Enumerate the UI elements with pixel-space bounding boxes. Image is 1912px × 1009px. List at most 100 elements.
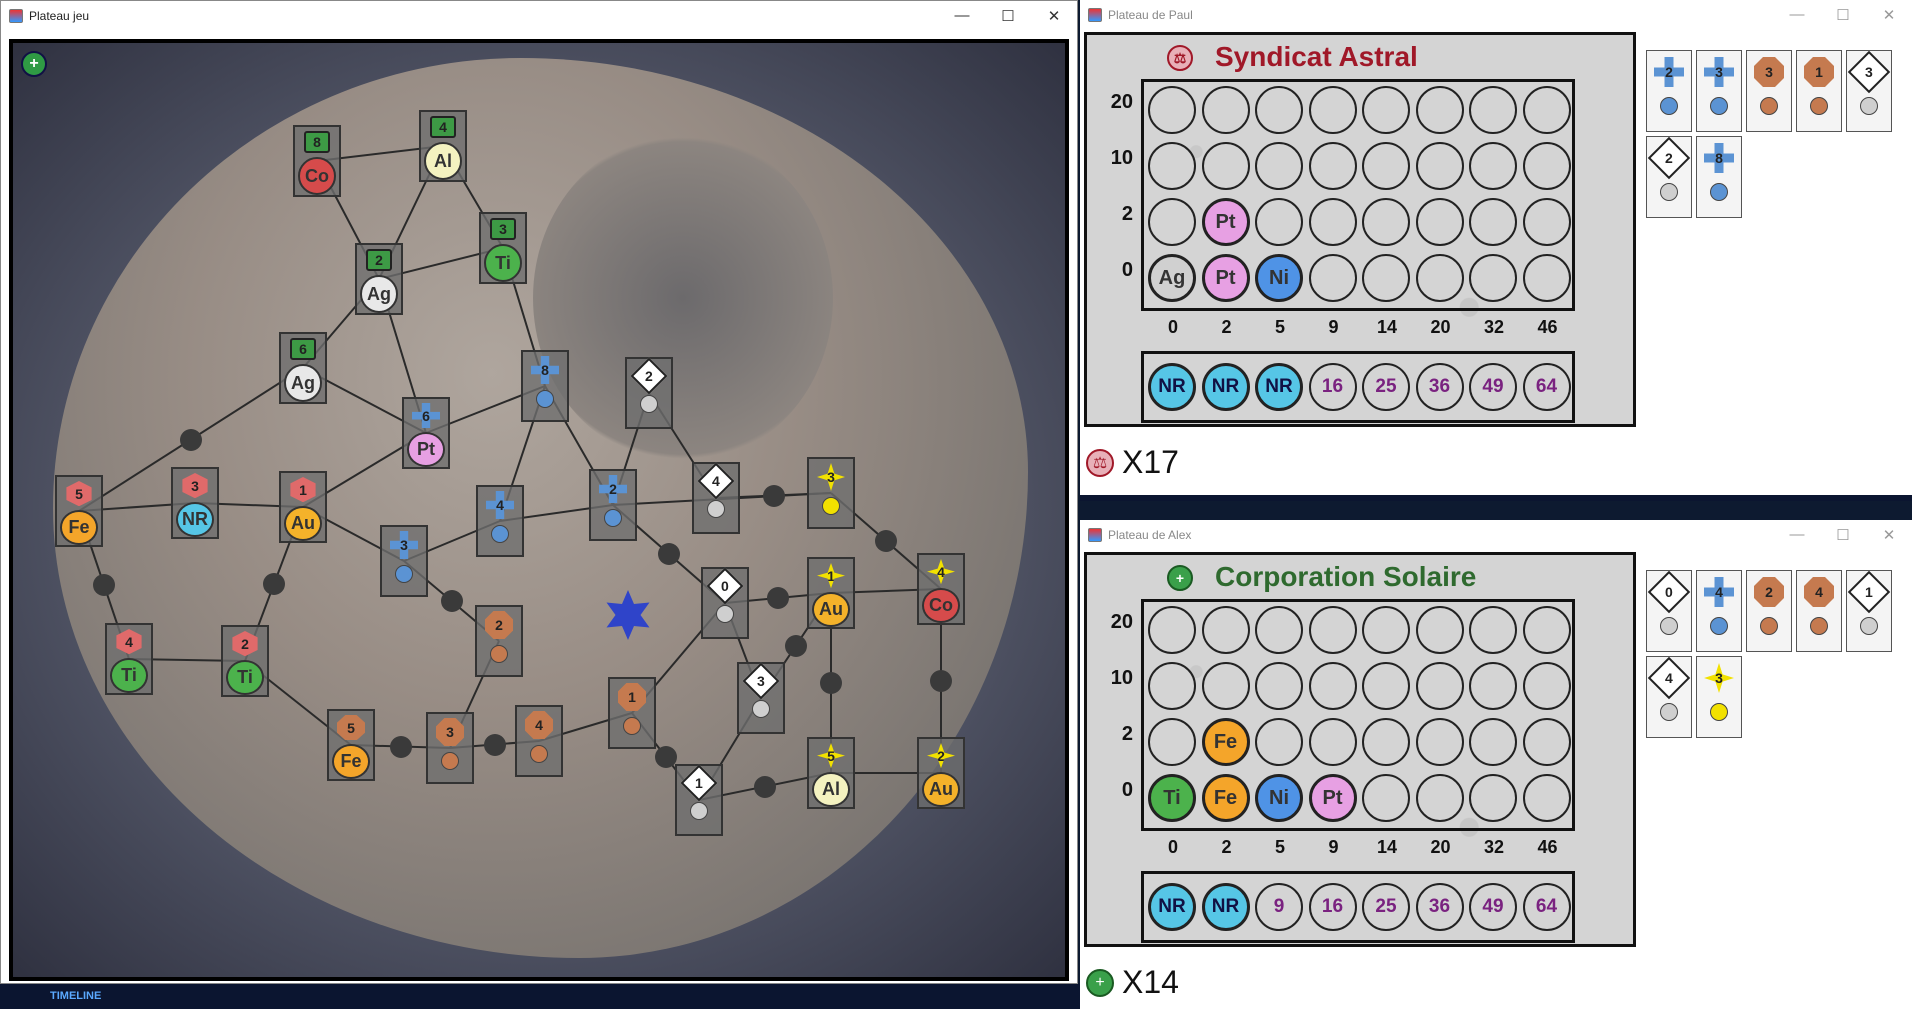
resource-cell[interactable]: Pt [1308,774,1357,822]
empty-cell[interactable] [1469,86,1517,134]
board-node[interactable]: 3 [380,525,428,597]
board-node[interactable]: 4 Al [419,110,467,182]
empty-cell[interactable] [1362,254,1410,302]
junction-point[interactable] [93,574,115,596]
empty-cell[interactable] [1522,254,1571,302]
empty-cell[interactable] [1362,198,1410,246]
board-node[interactable]: 6 Ag [279,332,327,404]
maximize-button[interactable]: ☐ [1820,6,1866,24]
board-node[interactable]: 3 [807,457,855,529]
empty-cell[interactable] [1415,254,1464,302]
junction-point[interactable] [754,775,776,798]
board-node[interactable]: 1 Au [279,471,327,543]
empty-cell[interactable] [1308,254,1357,302]
junction-point[interactable] [440,590,463,612]
track-cell[interactable]: NR [1201,883,1250,931]
empty-cell[interactable] [1522,86,1571,134]
junction-point[interactable] [762,484,785,507]
action-card[interactable]: 0 [1646,570,1692,652]
junction-point[interactable] [875,530,897,552]
action-card[interactable]: 3 [1746,50,1792,132]
empty-cell[interactable] [1522,774,1571,822]
action-card[interactable]: 3 [1846,50,1892,132]
board-node[interactable]: 8 Co [293,125,341,197]
main-window-titlebar[interactable]: Plateau jeu — ☐ ✕ [1,1,1077,31]
empty-cell[interactable] [1362,86,1410,134]
action-card[interactable]: 4 [1696,570,1742,652]
minimize-button[interactable]: — [1774,6,1820,24]
timeline-label[interactable]: TIMELINE [50,990,101,1002]
empty-cell[interactable] [1362,662,1410,710]
empty-cell[interactable] [1522,718,1571,766]
board-node[interactable]: 3 [426,712,474,784]
empty-cell[interactable] [1522,142,1571,190]
close-button[interactable]: ✕ [1031,7,1077,25]
action-card[interactable]: 3 [1696,656,1742,738]
track-cell[interactable]: NR [1148,883,1196,931]
close-button[interactable]: ✕ [1866,6,1912,24]
empty-cell[interactable] [1469,198,1517,246]
empty-cell[interactable] [1201,606,1250,654]
board-node[interactable]: 1 Au [807,557,855,629]
action-card[interactable]: 1 [1796,50,1842,132]
empty-cell[interactable] [1362,774,1410,822]
empty-cell[interactable] [1362,606,1410,654]
track-cell[interactable]: 16 [1308,883,1357,931]
empty-cell[interactable] [1308,198,1357,246]
resource-cell[interactable]: Ni [1255,254,1303,302]
board-node[interactable]: 5 Fe [55,475,103,547]
empty-cell[interactable] [1469,774,1517,822]
track-cell[interactable]: 64 [1522,363,1571,411]
empty-cell[interactable] [1469,142,1517,190]
track-cell[interactable]: 16 [1308,363,1357,411]
board-node[interactable]: 4 [692,462,740,534]
junction-point[interactable] [785,634,807,657]
action-card[interactable]: 8 [1696,136,1742,218]
track-cell[interactable]: 36 [1415,363,1464,411]
board-node[interactable]: 2 Ti [221,625,269,697]
empty-cell[interactable] [1415,86,1464,134]
empty-cell[interactable] [1522,606,1571,654]
board-node[interactable]: 0 [701,567,749,639]
track-cell[interactable]: NR [1148,363,1196,411]
track-cell[interactable]: NR [1201,363,1250,411]
empty-cell[interactable] [1469,254,1517,302]
board-node[interactable]: 4 Ti [105,623,153,695]
junction-point[interactable] [930,670,952,692]
empty-cell[interactable] [1308,606,1357,654]
resource-cell[interactable]: Pt [1201,254,1250,302]
junction-point[interactable] [767,587,789,609]
empty-cell[interactable] [1201,142,1250,190]
minimize-button[interactable]: — [939,7,985,25]
board-node[interactable]: 3 [737,662,785,734]
board-node[interactable]: 5 Al [807,737,855,809]
close-button[interactable]: ✕ [1866,526,1912,544]
empty-cell[interactable] [1255,662,1303,710]
empty-cell[interactable] [1522,198,1571,246]
empty-cell[interactable] [1255,86,1303,134]
empty-cell[interactable] [1255,142,1303,190]
board-node[interactable]: 6 Pt [402,397,450,469]
track-cell[interactable]: 49 [1469,883,1517,931]
resource-cell[interactable]: Ti [1148,774,1196,822]
empty-cell[interactable] [1148,142,1196,190]
track-cell[interactable]: 49 [1469,363,1517,411]
empty-cell[interactable] [1415,718,1464,766]
resource-cell[interactable]: Fe [1201,718,1250,766]
maximize-button[interactable]: ☐ [1820,526,1866,544]
resource-cell[interactable]: Fe [1201,774,1250,822]
empty-cell[interactable] [1415,606,1464,654]
board-node[interactable]: 1 [675,764,723,836]
board-node[interactable]: 4 Co [917,553,965,625]
empty-cell[interactable] [1308,662,1357,710]
board-node[interactable]: 5 Fe [327,709,375,781]
empty-cell[interactable] [1308,142,1357,190]
board-node[interactable]: 2 [475,605,523,677]
junction-point[interactable] [658,543,680,565]
junction-point[interactable] [180,428,202,451]
resource-cell[interactable]: Pt [1201,198,1250,246]
board-node[interactable]: 2 Ag [355,243,403,315]
alex-window-titlebar[interactable]: Plateau de Alex — ☐ ✕ [1080,520,1912,550]
board-node[interactable]: 8 [521,350,569,422]
track-cell[interactable]: 25 [1362,883,1410,931]
